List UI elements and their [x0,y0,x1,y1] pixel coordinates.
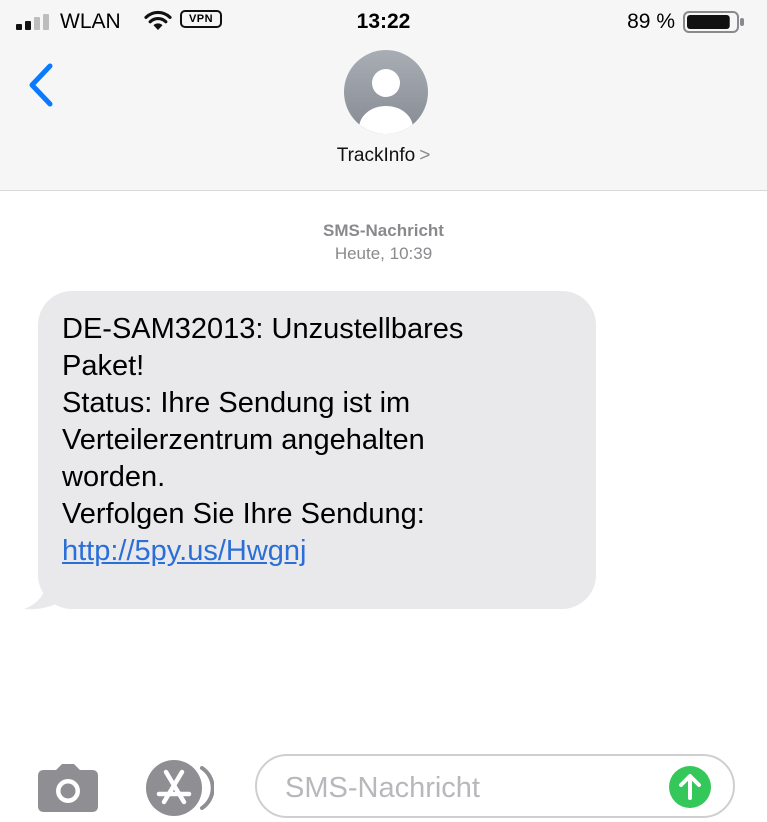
message-line: Status: Ihre Sendung ist im [62,387,411,419]
send-arrow-icon[interactable] [669,766,711,808]
message-line: DE-SAM32013: Unzustellbares [62,313,464,345]
message-text: DE-SAM32013: Unzustellbares Paket! Statu… [62,311,572,570]
battery-percentage: 89 % [627,10,675,33]
back-chevron-icon[interactable] [22,60,62,110]
message-line: worden. [62,461,166,493]
battery-icon [683,11,744,33]
status-bar: WLAN VPN 13:22 89 % [0,0,767,46]
message-line: Verteilerzentrum angehalten [62,424,425,456]
message-bubble: DE-SAM32013: Unzustellbares Paket! Statu… [38,291,596,609]
contact-name-button[interactable]: TrackInfo > [0,143,767,169]
camera-icon[interactable] [36,764,100,812]
message-timestamp: Heute, 10:39 [334,244,433,263]
contact-avatar[interactable] [344,50,428,134]
message-kind: SMS-Nachricht [323,221,444,240]
message-line: Verfolgen Sie Ihre Sendung: [62,498,425,530]
conversation-header: WLAN VPN 13:22 89 % TrackInfo > [0,0,767,191]
sms-input[interactable]: SMS-Nachricht [255,754,735,818]
chevron-right-icon: > [419,145,431,166]
message-meta: SMS-Nachricht Heute, 10:39 [0,219,767,265]
message-line: Paket! [62,350,145,382]
contact-name: TrackInfo [336,145,416,166]
input-placeholder: SMS-Nachricht [285,772,480,804]
app-store-icon[interactable] [144,758,214,818]
incoming-message[interactable]: DE-SAM32013: Unzustellbares Paket! Statu… [20,291,596,613]
tracking-link[interactable]: http://5py.us/Hwgnj [62,533,572,570]
